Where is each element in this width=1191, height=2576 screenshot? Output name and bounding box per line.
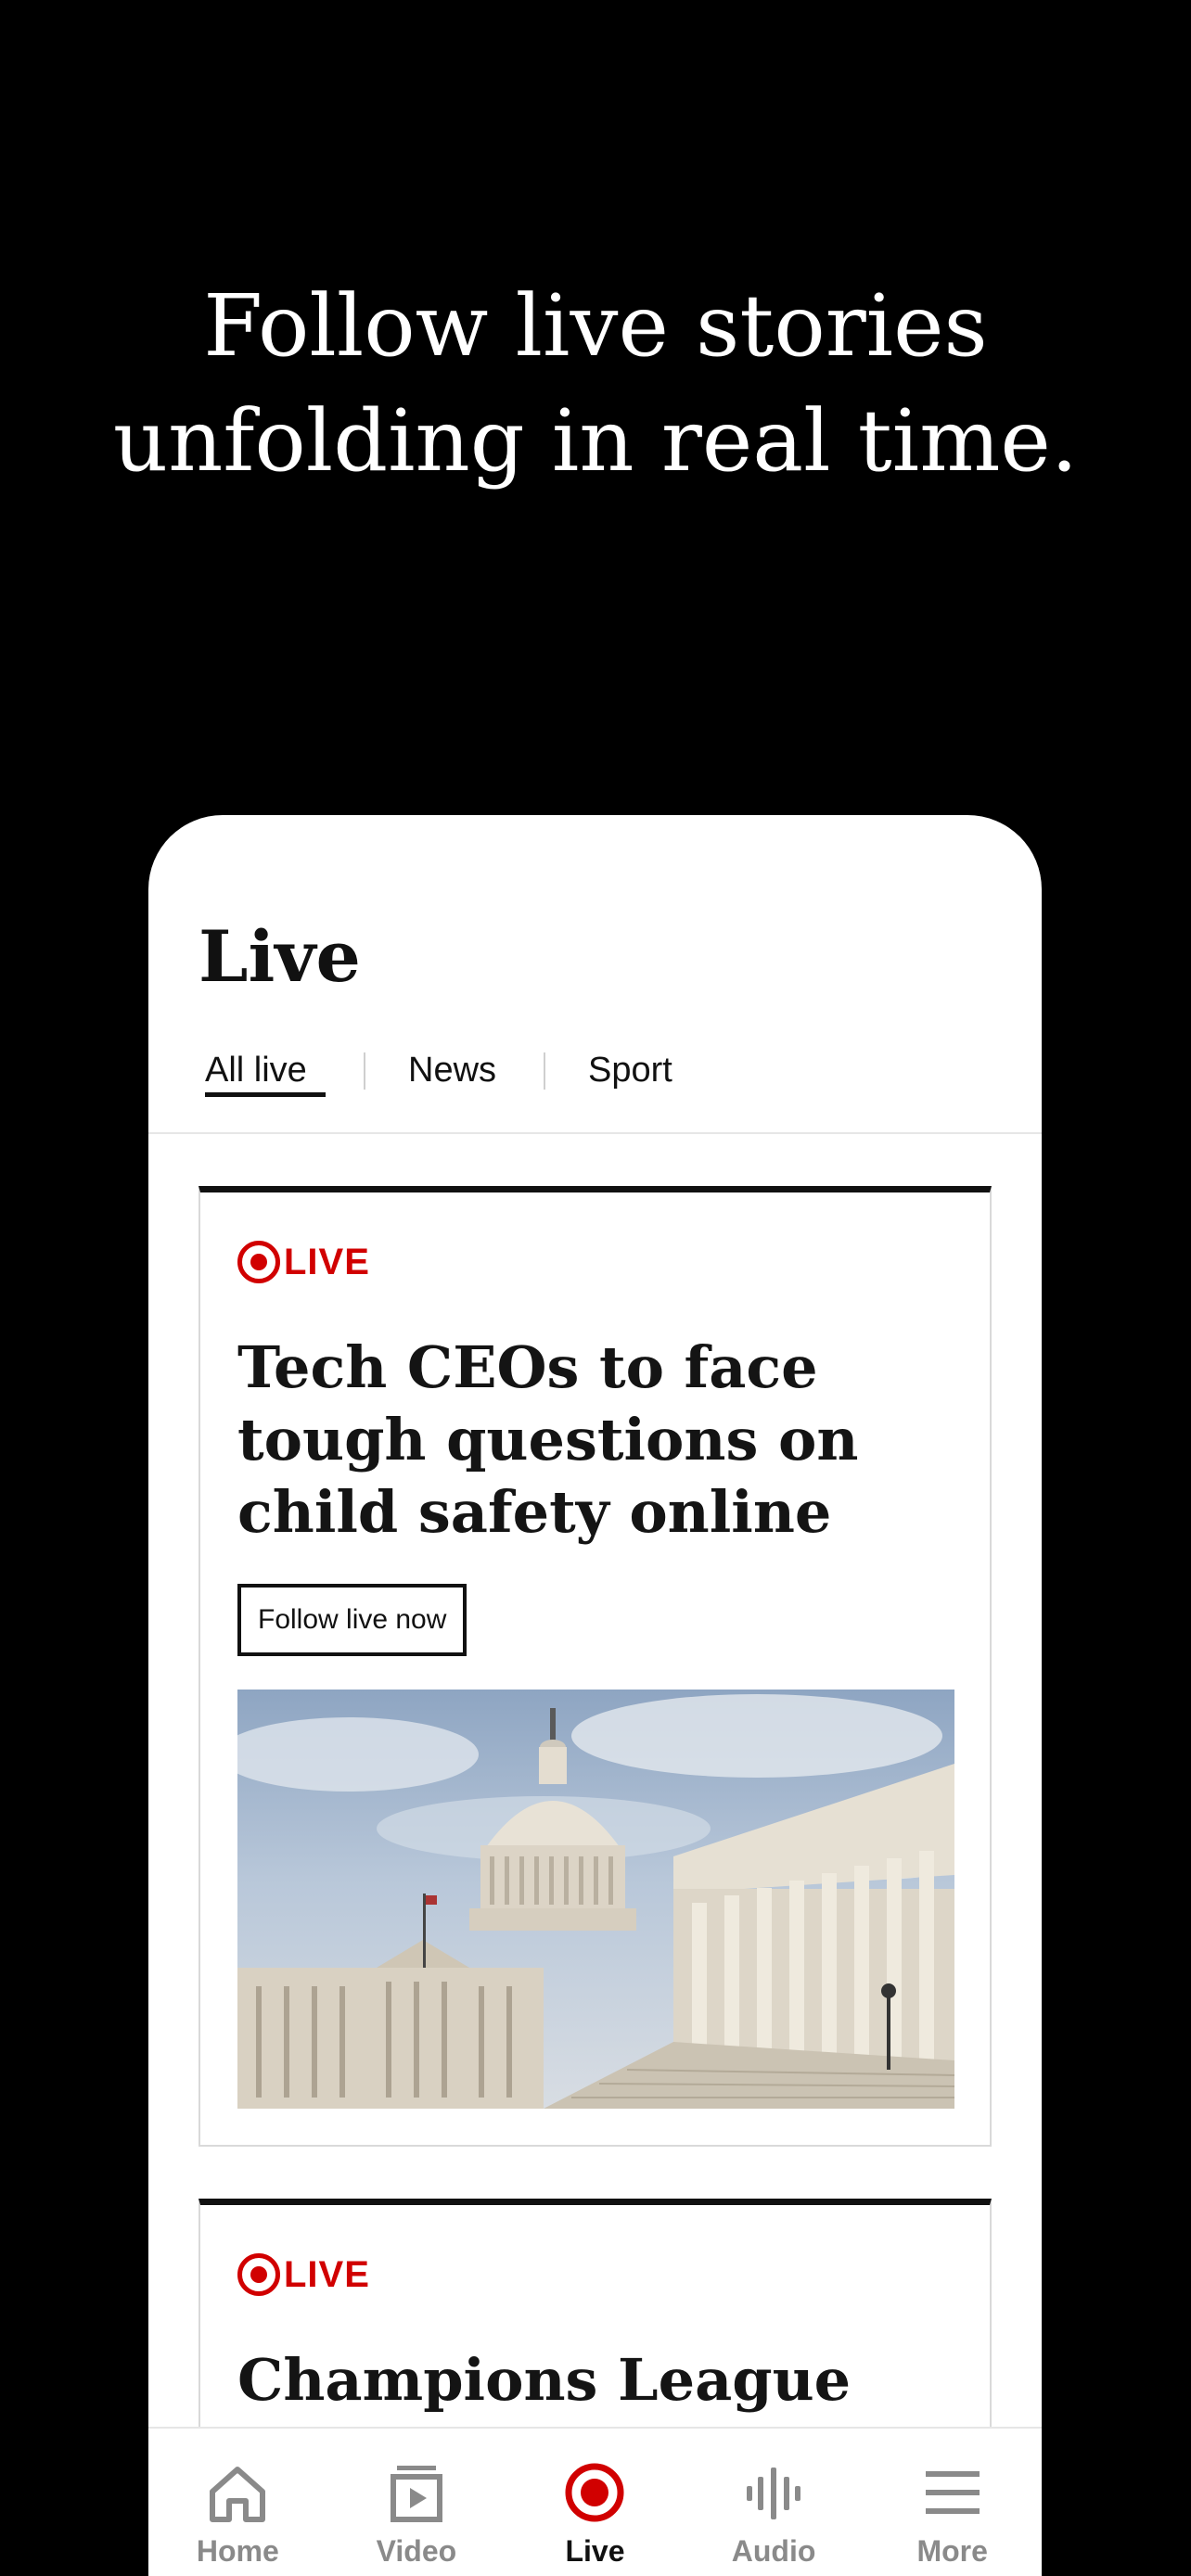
live-badge-label: LIVE bbox=[284, 2253, 370, 2295]
audio-icon bbox=[747, 2468, 801, 2519]
nav-label: Audio bbox=[731, 2534, 816, 2568]
live-dot-icon bbox=[237, 2253, 280, 2296]
story-image-capitol[interactable] bbox=[237, 1690, 954, 2109]
nav-label: More bbox=[916, 2534, 988, 2568]
nav-audio[interactable]: Audio bbox=[685, 2429, 864, 2576]
phone-screen: Live All live News Sport LIVE Tech CEOs … bbox=[148, 815, 1042, 2576]
tab-divider bbox=[544, 1052, 545, 1090]
tab-divider bbox=[364, 1052, 365, 1090]
nav-label: Home bbox=[196, 2534, 279, 2568]
story-headline[interactable]: Champions League bbox=[237, 2344, 905, 2417]
live-badge: LIVE bbox=[237, 2253, 370, 2296]
video-icon bbox=[390, 2466, 442, 2522]
filter-tabs: All live News Sport bbox=[148, 1038, 1042, 1134]
live-dot-icon bbox=[237, 1241, 280, 1283]
live-badge: LIVE bbox=[237, 1241, 370, 1283]
follow-live-button[interactable]: Follow live now bbox=[237, 1584, 467, 1656]
bottom-nav: Home Video Live Audio More bbox=[148, 2427, 1042, 2576]
capitol-illustration bbox=[237, 1694, 954, 2109]
tab-sport[interactable]: Sport bbox=[588, 1038, 672, 1134]
tab-all-live[interactable]: All live bbox=[205, 1038, 326, 1134]
promo-headline-line-2: unfolding in real time. bbox=[112, 391, 1079, 491]
nav-video[interactable]: Video bbox=[327, 2429, 506, 2576]
live-badge-label: LIVE bbox=[284, 1241, 370, 1282]
nav-label: Video bbox=[376, 2534, 457, 2568]
nav-label: Live bbox=[565, 2534, 625, 2568]
promo-headline-line-1: Follow live stories bbox=[203, 276, 988, 376]
page-title: Live bbox=[198, 915, 361, 998]
live-icon bbox=[565, 2463, 624, 2522]
home-icon bbox=[210, 2467, 266, 2522]
nav-live[interactable]: Live bbox=[506, 2429, 685, 2576]
promo-headline: Follow live stories unfolding in real ti… bbox=[0, 269, 1191, 499]
menu-icon bbox=[925, 2471, 980, 2514]
nav-more[interactable]: More bbox=[863, 2429, 1042, 2576]
tab-news[interactable]: News bbox=[408, 1038, 496, 1134]
nav-home[interactable]: Home bbox=[148, 2429, 327, 2576]
story-headline[interactable]: Tech CEOs to face tough questions on chi… bbox=[237, 1332, 905, 1549]
live-story-card[interactable]: LIVE Tech CEOs to face tough questions o… bbox=[198, 1186, 992, 2147]
